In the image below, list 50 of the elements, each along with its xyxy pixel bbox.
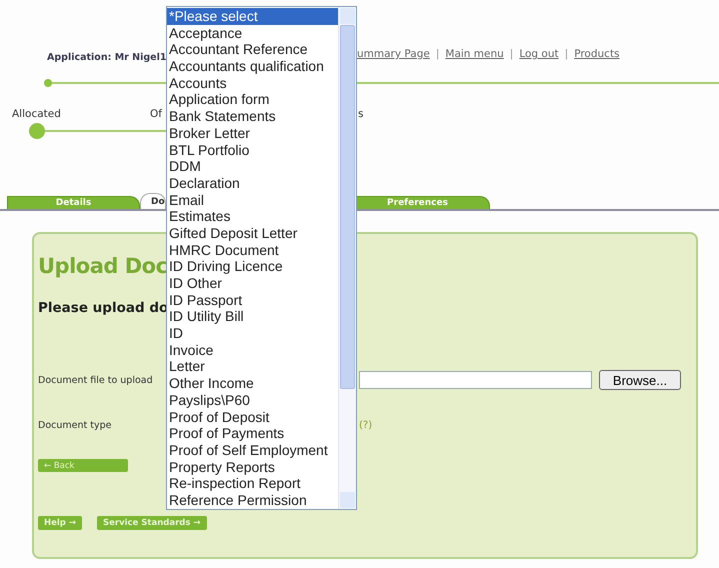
stage-label: Allocated: [12, 108, 61, 120]
dropdown-option[interactable]: Accounts: [167, 74, 338, 92]
browse-button[interactable]: Browse...: [599, 370, 681, 390]
dropdown-option[interactable]: ID: [167, 325, 338, 342]
dropdown-option[interactable]: BTL Portfolio: [167, 142, 338, 158]
dropdown-option[interactable]: Other Income: [167, 375, 338, 392]
dropdown-option[interactable]: Letter: [167, 358, 338, 376]
separator: |: [510, 48, 514, 60]
dropdown-option[interactable]: ID Driving Licence: [167, 258, 338, 275]
field-label: Document file to upload: [38, 374, 153, 386]
dropdown-option[interactable]: Broker Letter: [167, 124, 338, 142]
nav-link[interactable]: Main menu: [445, 48, 504, 60]
dropdown-option[interactable]: Acceptance: [167, 24, 338, 42]
application-name: Application: Mr Nigel1: [47, 52, 166, 62]
nav-link[interactable]: ummary Page: [357, 48, 430, 60]
panel-title: Upload Doc: [38, 254, 168, 278]
file-path-field[interactable]: [359, 371, 592, 389]
dropdown-option[interactable]: Reference Permission: [167, 492, 338, 509]
dropdown-option[interactable]: ID Other: [167, 275, 338, 292]
dropdown-option[interactable]: Payslips\P60: [167, 392, 338, 408]
dropdown-option[interactable]: Accountant Reference: [167, 41, 338, 58]
scrollbar[interactable]: [338, 7, 356, 509]
dropdown-option[interactable]: Proof of Self Employment: [167, 442, 338, 459]
progress-dot: [44, 79, 52, 87]
progress-dot: [29, 123, 45, 139]
nav-link[interactable]: Products: [574, 48, 620, 60]
dropdown-option[interactable]: HMRC Document: [167, 242, 338, 258]
dropdown-option[interactable]: DDM: [167, 158, 338, 175]
dropdown-option[interactable]: *Please select: [167, 8, 338, 25]
dropdown-option[interactable]: ID Passport: [167, 292, 338, 308]
dropdown-option[interactable]: Proof of Payments: [167, 425, 338, 442]
dropdown-option[interactable]: ID Utility Bill: [167, 308, 338, 326]
nav-link[interactable]: Log out: [519, 48, 559, 60]
dropdown-option[interactable]: Re-inspection Report: [167, 475, 338, 492]
separator: |: [564, 48, 568, 60]
tab[interactable]: Do: [140, 193, 166, 209]
separator: |: [436, 48, 440, 60]
dropdown-option[interactable]: Invoice: [167, 342, 338, 358]
stage-label: Of: [150, 108, 162, 120]
field-label: Document type: [38, 420, 112, 431]
dropdown-option[interactable]: Application form: [167, 91, 338, 108]
dropdown-option[interactable]: Estimates: [167, 208, 338, 225]
dropdown-option[interactable]: Declaration: [167, 174, 338, 192]
dropdown-option[interactable]: Proof of Deposit: [167, 408, 338, 426]
dropdown-option[interactable]: Bank Statements: [167, 108, 338, 125]
dropdown-option[interactable]: Email: [167, 192, 338, 208]
dropdown-option[interactable]: Property Reports: [167, 458, 338, 476]
stage-label: s: [358, 108, 364, 120]
dropdown-option[interactable]: Accountants qualification: [167, 58, 338, 75]
dropdown-option[interactable]: Gifted Deposit Letter: [167, 224, 338, 242]
